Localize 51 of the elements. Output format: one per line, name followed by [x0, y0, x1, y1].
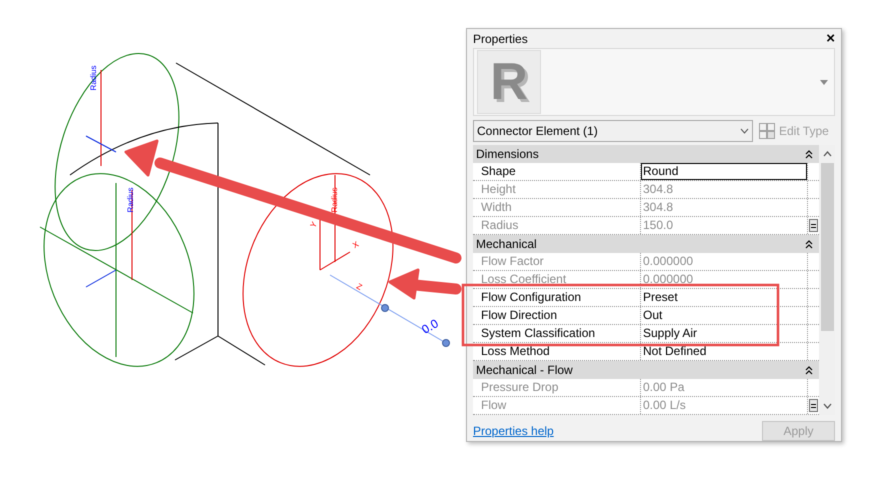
property-name: Flow	[473, 397, 641, 414]
property-name: Shape	[473, 163, 641, 180]
type-selector-dropdown[interactable]: Connector Element (1)	[473, 120, 753, 142]
property-value[interactable]: Not Defined	[641, 343, 807, 360]
logo-glyph: R	[490, 56, 528, 108]
property-value[interactable]: Preset	[641, 289, 807, 306]
panel-title: Properties	[473, 30, 529, 48]
property-value: 304.8	[642, 181, 674, 198]
group-title: Dimensions	[476, 146, 540, 163]
dimension-label: Y	[308, 220, 320, 230]
property-value: 150.0	[642, 217, 674, 234]
collapse-icon[interactable]	[805, 366, 813, 374]
property-name: Flow Configuration	[473, 289, 641, 306]
close-button[interactable]: ×	[826, 31, 835, 46]
property-name: Loss Coefficient	[473, 271, 641, 288]
properties-help-link[interactable]: Properties help	[473, 422, 762, 440]
dimension-label: Radius	[89, 66, 98, 90]
dimension-label: Radius	[126, 188, 135, 212]
property-name: Flow Direction	[473, 307, 641, 324]
property-value: 0.00 Pa	[642, 379, 686, 396]
dimension-label: Z	[354, 282, 364, 292]
property-value: 0.00 L/s	[642, 397, 687, 414]
property-value: 0.000000	[642, 271, 694, 288]
scrollbar-thumb[interactable]	[820, 163, 834, 331]
property-name: Pressure Drop	[473, 379, 641, 396]
property-name: Height	[473, 181, 641, 198]
collapse-icon[interactable]	[805, 240, 813, 248]
property-group-header[interactable]: Dimensions	[473, 145, 819, 163]
dimension-label: Radius	[330, 188, 339, 212]
property-name: Radius	[473, 217, 641, 234]
edit-type-icon	[759, 123, 775, 139]
collapse-icon[interactable]	[805, 150, 813, 158]
group-title: Mechanical	[476, 236, 538, 253]
property-name: Loss Method	[473, 343, 641, 360]
property-group-header[interactable]: Mechanical - Flow	[473, 361, 819, 379]
property-group-header[interactable]: Mechanical	[473, 235, 819, 253]
dropdown-caret-icon[interactable]	[820, 80, 828, 85]
property-value[interactable]: Supply Air	[641, 325, 807, 342]
group-title: Mechanical - Flow	[476, 362, 574, 379]
property-value: 0.000000	[642, 253, 694, 270]
scroll-up-icon[interactable]	[822, 151, 832, 157]
property-name: Flow Factor	[473, 253, 641, 270]
property-value[interactable]: Out	[641, 307, 807, 324]
chevron-down-icon	[740, 128, 749, 134]
dimension-label: 0.0	[419, 316, 441, 337]
property-value: 304.8	[642, 199, 674, 216]
property-name: Width	[473, 199, 641, 216]
property-name: System Classification	[473, 325, 641, 342]
property-value[interactable]: Round	[641, 163, 807, 180]
scroll-down-icon[interactable]	[822, 403, 832, 409]
dimension-label: X	[351, 240, 360, 250]
